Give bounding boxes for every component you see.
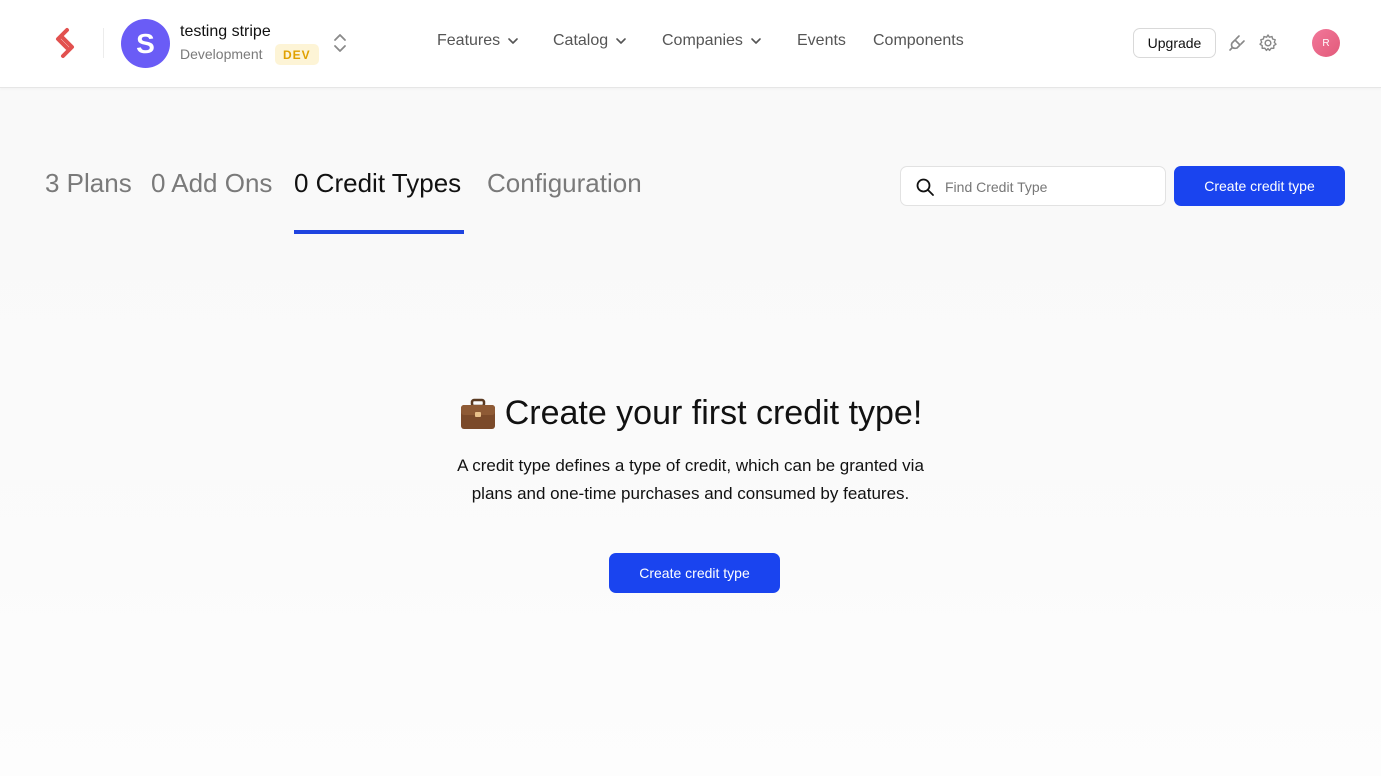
nav-events[interactable]: Events [797, 32, 846, 50]
nav-companies-label: Companies [662, 32, 743, 49]
search-icon [916, 178, 934, 196]
empty-state-title: Create your first credit type! [504, 394, 923, 432]
top-navigation-bar: S testing stripe Development DEV Feature… [0, 0, 1381, 88]
account-environment: Development [180, 46, 263, 62]
tab-plans[interactable]: 3 Plans [45, 168, 132, 199]
nav-features-label: Features [437, 32, 501, 49]
chevron-down-icon [616, 38, 626, 44]
empty-state-description: A credit type defines a type of credit, … [0, 452, 1381, 508]
active-tab-indicator [294, 230, 464, 234]
nav-catalog-label: Catalog [553, 32, 609, 49]
user-avatar[interactable]: R [1312, 29, 1340, 57]
empty-state-create-credit-type-button[interactable]: Create credit type [609, 553, 780, 593]
app-logo[interactable] [50, 27, 80, 59]
gear-icon[interactable] [1258, 33, 1278, 53]
nav-components-label: Components [873, 32, 964, 49]
upgrade-button[interactable]: Upgrade [1133, 28, 1216, 58]
header-divider [103, 28, 104, 58]
nav-features[interactable]: Features [437, 32, 520, 50]
nav-components[interactable]: Components [873, 32, 964, 50]
empty-state-description-line-1: A credit type defines a type of credit, … [457, 456, 924, 475]
create-credit-type-button[interactable]: Create credit type [1174, 166, 1345, 206]
search-box[interactable] [900, 166, 1166, 206]
tab-add-ons[interactable]: 0 Add Ons [151, 168, 272, 199]
nav-catalog[interactable]: Catalog [553, 32, 628, 50]
empty-state-description-line-2: plans and one-time purchases and consume… [471, 484, 910, 503]
briefcase-icon [460, 398, 495, 429]
plug-icon[interactable] [1227, 33, 1247, 53]
tab-configuration[interactable]: Configuration [487, 168, 642, 199]
tab-credit-types[interactable]: 0 Credit Types [294, 168, 461, 199]
empty-state-title-row: Create your first credit type! [0, 394, 1381, 433]
account-name[interactable]: testing stripe [180, 23, 271, 41]
nav-events-label: Events [797, 32, 846, 49]
nav-companies[interactable]: Companies [662, 32, 763, 50]
chevron-down-icon [508, 38, 518, 44]
empty-state-area [0, 240, 1381, 776]
account-switcher-icon[interactable] [330, 31, 350, 55]
search-input[interactable] [945, 176, 1155, 198]
chevron-down-icon [751, 38, 761, 44]
environment-badge: DEV [275, 44, 319, 65]
account-avatar[interactable]: S [121, 19, 170, 68]
